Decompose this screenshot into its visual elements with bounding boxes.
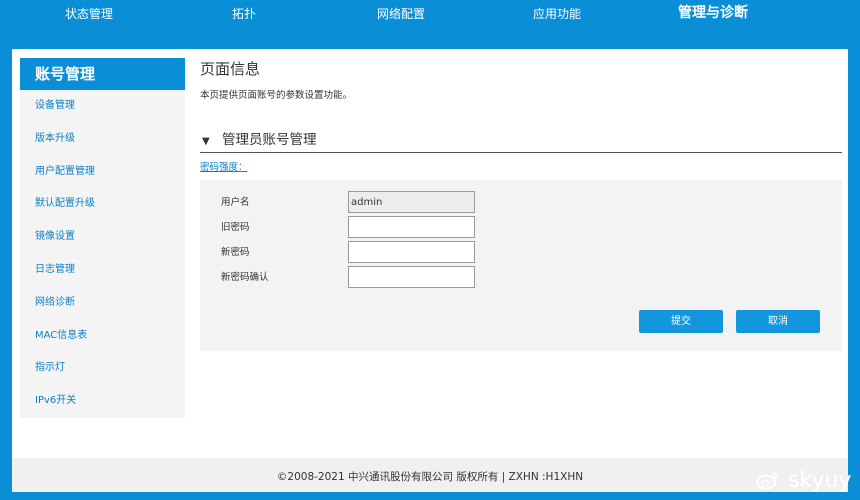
section-title: 管理员账号管理 [222,132,317,148]
account-form: 用户名 旧密码 新密码 新密码确认 提交 取消 [200,180,842,351]
page-title: 页面信息 [200,60,261,78]
page-description: 本页提供页面账号的参数设置功能。 [200,90,353,101]
sidebar-item-account-management[interactable]: 账号管理 [20,58,185,90]
main-panel: 账号管理 设备管理 版本升级 用户配置管理 默认配置升级 镜像设置 日志管理 网… [12,49,848,492]
collapse-triangle-icon[interactable]: ▼ [202,130,216,154]
cancel-button[interactable]: 取消 [736,310,820,333]
sidebar-item-indicator-light[interactable]: 指示灯 [20,352,185,385]
password-strength-link[interactable]: 密码强度： [200,161,248,175]
username-field[interactable] [348,191,475,213]
nav-topology[interactable]: 拓扑 [214,4,274,24]
new-password-field[interactable] [348,241,475,263]
section-header[interactable]: ▼ 管理员账号管理 [200,128,842,153]
old-password-label: 旧密码 [221,222,250,233]
sidebar-item-ipv6-switch[interactable]: IPv6开关 [20,385,185,418]
weibo-icon [756,472,785,491]
sidebar-item-user-config[interactable]: 用户配置管理 [20,156,185,189]
confirm-password-label: 新密码确认 [221,272,269,283]
nav-application[interactable]: 应用功能 [513,4,601,24]
footer-copyright: ©2008-2021 中兴通讯股份有限公司 版权所有 | ZXHN :H1XHN [12,458,848,492]
nav-status-management[interactable]: 状态管理 [45,4,133,24]
sidebar-item-mac-table[interactable]: MAC信息表 [20,320,185,353]
sidebar-item-device-management[interactable]: 设备管理 [20,90,185,123]
confirm-password-field[interactable] [348,266,475,288]
sidebar: 账号管理 设备管理 版本升级 用户配置管理 默认配置升级 镜像设置 日志管理 网… [20,58,185,418]
content-area: 页面信息 本页提供页面账号的参数设置功能。 ▼ 管理员账号管理 密码强度： 用户名… [200,58,842,351]
nav-network-config[interactable]: 网络配置 [357,4,445,24]
username-label: 用户名 [221,197,250,208]
submit-button[interactable]: 提交 [639,310,723,333]
sidebar-item-mirror-settings[interactable]: 镜像设置 [20,221,185,254]
sidebar-item-log-management[interactable]: 日志管理 [20,254,185,287]
sidebar-item-network-diagnosis[interactable]: 网络诊断 [20,287,185,320]
nav-management-diagnosis[interactable]: 管理与诊断 [667,3,759,23]
watermark-text: skyuy [788,468,852,493]
new-password-label: 新密码 [221,247,250,258]
watermark: skyuy [756,466,852,496]
top-nav: 状态管理 拓扑 网络配置 应用功能 管理与诊断 [0,0,860,40]
old-password-field[interactable] [348,216,475,238]
sidebar-item-firmware-upgrade[interactable]: 版本升级 [20,123,185,156]
sidebar-item-default-config-upgrade[interactable]: 默认配置升级 [20,188,185,221]
